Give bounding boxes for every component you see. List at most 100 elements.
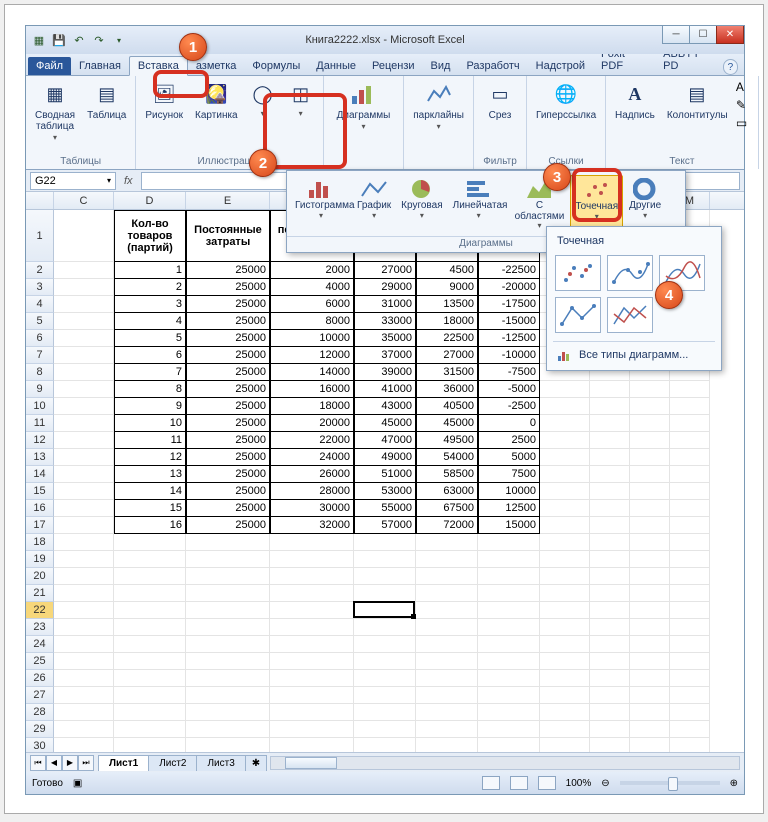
cell[interactable] xyxy=(630,415,670,432)
cell[interactable] xyxy=(186,653,270,670)
cell[interactable]: 47000 xyxy=(354,432,416,449)
charts-button[interactable]: Диаграммы ▾ xyxy=(334,80,394,134)
cell[interactable]: 55000 xyxy=(354,500,416,517)
cell[interactable]: 25000 xyxy=(186,330,270,347)
row-header-27[interactable]: 27 xyxy=(26,687,54,704)
cell[interactable]: 4500 xyxy=(416,262,478,279)
cell[interactable] xyxy=(630,585,670,602)
cell[interactable] xyxy=(478,721,540,738)
cell[interactable]: 26000 xyxy=(270,466,354,483)
cell[interactable] xyxy=(540,738,590,752)
cell[interactable]: 10 xyxy=(114,415,186,432)
cell[interactable] xyxy=(670,568,710,585)
cell[interactable] xyxy=(670,415,710,432)
cell[interactable] xyxy=(54,449,114,466)
cell[interactable] xyxy=(114,585,186,602)
headerfooter-button[interactable]: ▤ Колонтитулы xyxy=(664,80,730,123)
cell[interactable]: -2500 xyxy=(478,398,540,415)
cell[interactable] xyxy=(590,381,630,398)
cell[interactable] xyxy=(590,619,630,636)
cell[interactable] xyxy=(478,636,540,653)
cell[interactable] xyxy=(478,602,540,619)
cell[interactable] xyxy=(670,551,710,568)
cell[interactable] xyxy=(540,636,590,653)
cell[interactable] xyxy=(54,466,114,483)
cell[interactable] xyxy=(354,687,416,704)
view-normal-button[interactable] xyxy=(482,776,500,790)
cell[interactable]: 10000 xyxy=(270,330,354,347)
cell[interactable] xyxy=(54,704,114,721)
cell[interactable] xyxy=(54,279,114,296)
row-header-30[interactable]: 30 xyxy=(26,738,54,752)
close-button[interactable]: ✕ xyxy=(716,26,744,44)
cell[interactable]: -7500 xyxy=(478,364,540,381)
cell[interactable] xyxy=(590,704,630,721)
cell[interactable]: 29000 xyxy=(354,279,416,296)
cell[interactable]: 25000 xyxy=(186,500,270,517)
cell[interactable] xyxy=(590,483,630,500)
row-header-18[interactable]: 18 xyxy=(26,534,54,551)
cell[interactable] xyxy=(630,551,670,568)
cell[interactable] xyxy=(54,551,114,568)
cell[interactable] xyxy=(670,432,710,449)
cell[interactable] xyxy=(630,534,670,551)
cell[interactable] xyxy=(670,449,710,466)
hyperlink-button[interactable]: 🌐 Гиперссылка xyxy=(533,80,599,123)
cell[interactable] xyxy=(590,500,630,517)
cell[interactable] xyxy=(670,534,710,551)
cell[interactable] xyxy=(416,653,478,670)
row-header-25[interactable]: 25 xyxy=(26,653,54,670)
cell[interactable] xyxy=(416,551,478,568)
cell[interactable] xyxy=(670,738,710,752)
object-icon[interactable]: ▭ xyxy=(736,116,752,132)
cell[interactable] xyxy=(670,398,710,415)
cell[interactable] xyxy=(54,364,114,381)
cell[interactable] xyxy=(54,500,114,517)
cell[interactable]: 57000 xyxy=(354,517,416,534)
sheet-tab-new[interactable]: ✱ xyxy=(245,755,267,771)
row-header-24[interactable]: 24 xyxy=(26,636,54,653)
cell[interactable]: -5000 xyxy=(478,381,540,398)
cell[interactable] xyxy=(416,585,478,602)
view-pagebreak-button[interactable] xyxy=(538,776,556,790)
cell[interactable]: 25000 xyxy=(186,313,270,330)
slicer-button[interactable]: ▭ Срез xyxy=(480,80,520,123)
cell[interactable] xyxy=(186,534,270,551)
chart-type-pie[interactable]: Круговая▾ xyxy=(397,175,446,232)
cell[interactable]: 15000 xyxy=(478,517,540,534)
cell[interactable] xyxy=(54,347,114,364)
cell[interactable] xyxy=(54,296,114,313)
cell[interactable] xyxy=(54,398,114,415)
cell[interactable]: 25000 xyxy=(186,449,270,466)
cell[interactable] xyxy=(114,670,186,687)
row-header-21[interactable]: 21 xyxy=(26,585,54,602)
cell[interactable] xyxy=(478,738,540,752)
chart-type-bar[interactable]: Линейчатая▾ xyxy=(449,175,509,232)
cell[interactable]: -10000 xyxy=(478,347,540,364)
cell[interactable] xyxy=(670,466,710,483)
cell[interactable] xyxy=(590,415,630,432)
maximize-button[interactable]: ☐ xyxy=(689,26,717,44)
cell[interactable]: -17500 xyxy=(478,296,540,313)
sheet-nav-next[interactable]: ▶ xyxy=(62,755,78,771)
row-header-1[interactable]: 1 xyxy=(26,210,54,262)
cell[interactable]: 67500 xyxy=(416,500,478,517)
cell[interactable] xyxy=(590,602,630,619)
zoom-in-button[interactable]: ⊕ xyxy=(730,778,738,789)
cell[interactable]: 31500 xyxy=(416,364,478,381)
tab-review[interactable]: Рецензи xyxy=(364,57,423,75)
cell[interactable] xyxy=(670,721,710,738)
cell[interactable]: Кол-вотоваров(партий) xyxy=(114,210,186,262)
cell[interactable] xyxy=(186,619,270,636)
minimize-button[interactable]: ─ xyxy=(662,26,690,44)
cell[interactable] xyxy=(540,687,590,704)
cell[interactable] xyxy=(186,704,270,721)
view-layout-button[interactable] xyxy=(510,776,528,790)
cell[interactable] xyxy=(270,721,354,738)
tab-developer[interactable]: Разработч xyxy=(458,57,527,75)
cell[interactable] xyxy=(416,636,478,653)
cell[interactable] xyxy=(186,585,270,602)
cell[interactable]: 39000 xyxy=(354,364,416,381)
help-icon[interactable]: ? xyxy=(723,59,738,75)
cell[interactable]: -12500 xyxy=(478,330,540,347)
